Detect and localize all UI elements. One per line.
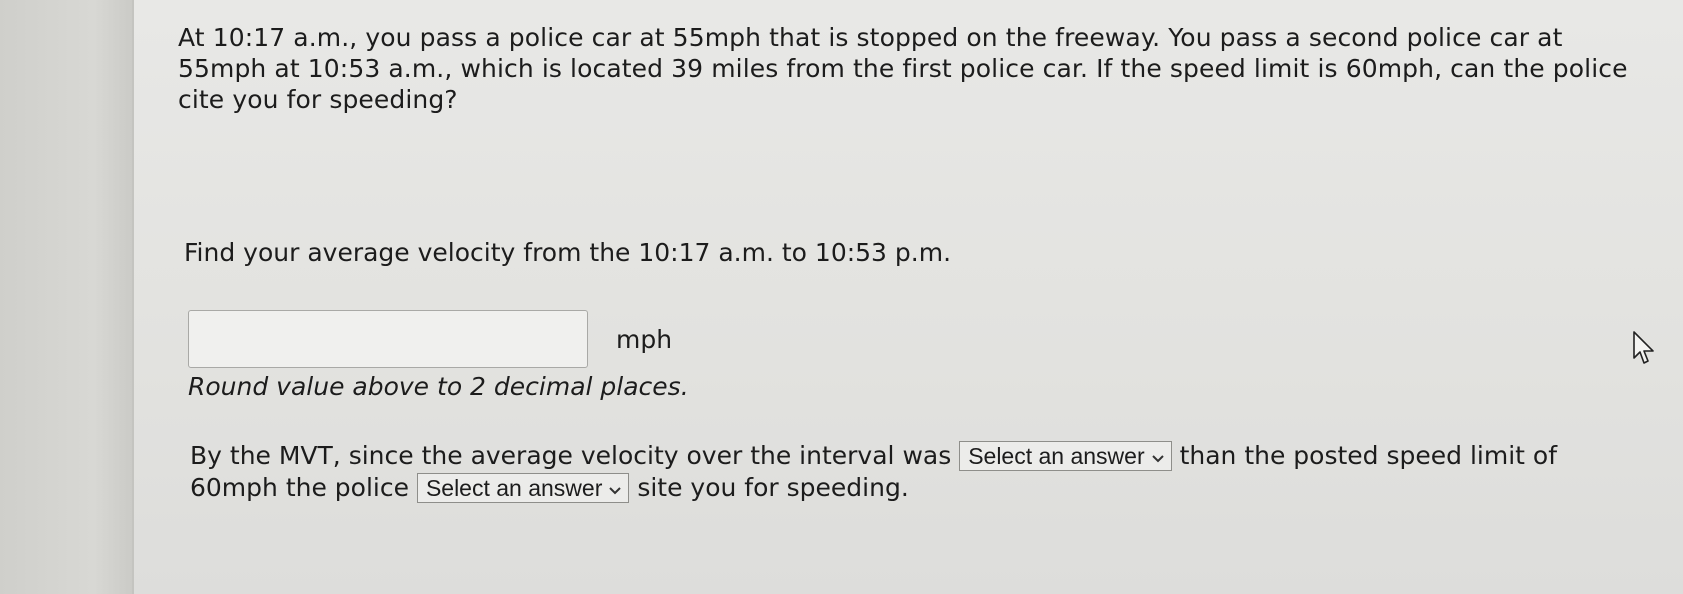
question-text: At 10:17 a.m., you pass a police car at … xyxy=(178,23,1628,114)
unit-label: mph xyxy=(616,325,673,354)
chevron-down-icon xyxy=(1151,442,1165,471)
mvt-text-after: site you for speeding. xyxy=(637,473,909,502)
left-margin-strip xyxy=(0,0,134,594)
comparison-select[interactable]: Select an answer xyxy=(959,441,1172,471)
average-velocity-prompt: Find your average velocity from the 10:1… xyxy=(184,238,952,267)
comparison-select-label: Select an answer xyxy=(968,443,1145,469)
mvt-statement: By the MVT, since the average velocity o… xyxy=(190,440,1610,504)
rounding-hint: Round value above to 2 decimal places. xyxy=(188,372,689,401)
citation-select-label: Select an answer xyxy=(425,475,603,501)
citation-select[interactable]: Select an answer xyxy=(416,473,630,503)
average-velocity-input[interactable] xyxy=(188,310,588,368)
chevron-down-icon xyxy=(608,474,622,503)
mvt-text-before: By the MVT, since the average velocity o… xyxy=(190,441,952,470)
mouse-pointer-icon xyxy=(1632,330,1658,370)
